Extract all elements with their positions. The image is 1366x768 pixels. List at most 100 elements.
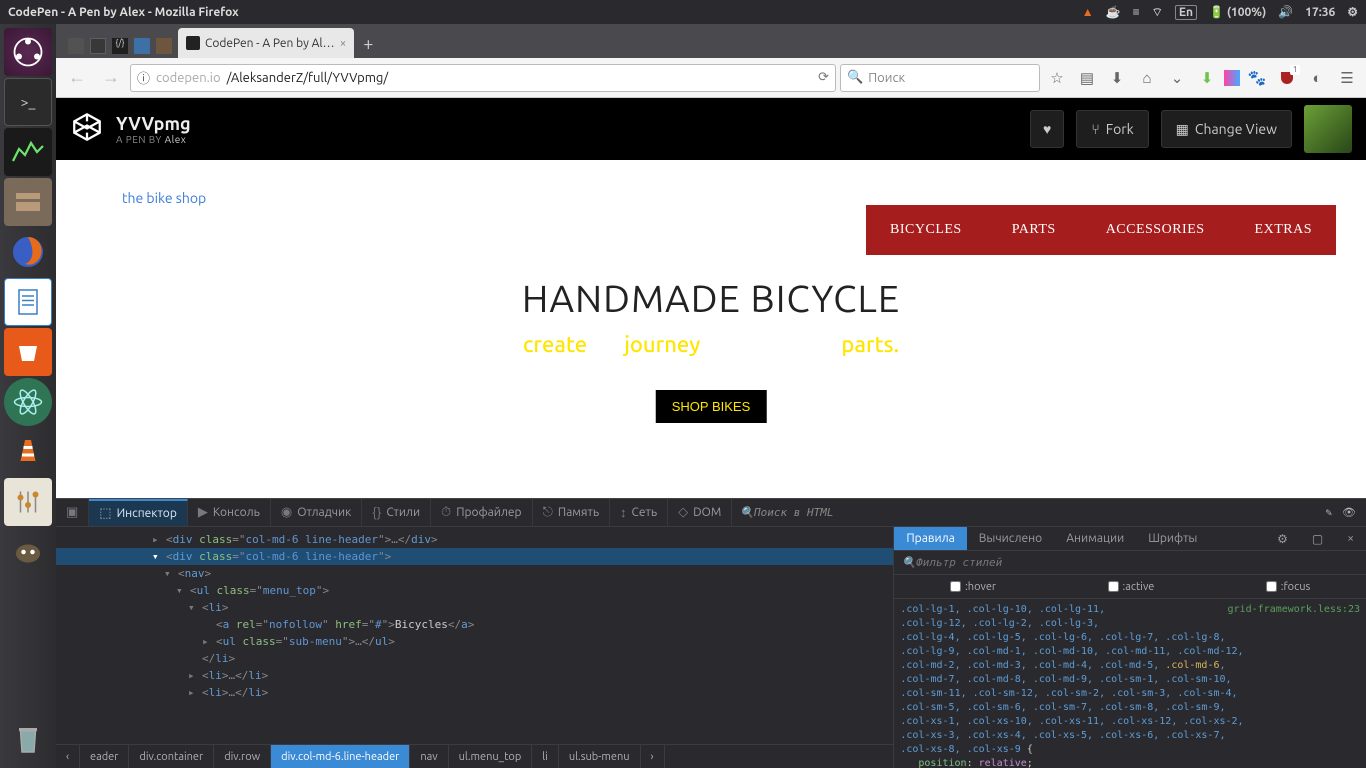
dock-trash-icon[interactable]	[4, 716, 52, 764]
ext2-icon[interactable]	[1224, 70, 1240, 86]
pinned-tab-1[interactable]	[68, 38, 84, 54]
pinned-tab-3[interactable]: {/}	[112, 38, 128, 54]
nav-extras[interactable]: EXTRAS	[1255, 222, 1312, 238]
nav-accessories[interactable]: ACCESSORIES	[1106, 222, 1205, 238]
back-button[interactable]: ←	[62, 63, 92, 93]
rules-dock-icon[interactable]: ▢	[1300, 527, 1335, 550]
crumb-next[interactable]: ›	[641, 745, 665, 768]
volume-tray-icon[interactable]: 🔊	[1278, 5, 1293, 19]
dock-firefox-icon[interactable]	[4, 228, 52, 276]
crumb-container[interactable]: div.container	[129, 745, 214, 768]
pinned-tab-4[interactable]	[134, 38, 150, 54]
wifi-tray-icon[interactable]: ⌔	[1152, 5, 1163, 20]
html-tree[interactable]: ▸<div class="col-md-6 line-header">…</di…	[56, 527, 893, 744]
ext1-icon[interactable]: ⬇	[1194, 65, 1220, 91]
firefox-window: {/} CodePen - A Pen by Al… × + ← → ⓘ cod…	[56, 24, 1366, 768]
devtools-eye-icon[interactable]: 👁	[1342, 506, 1356, 519]
rtab-rules[interactable]: Правила	[894, 527, 966, 550]
menu-icon[interactable]: ☰	[1334, 65, 1360, 91]
pen-author-link[interactable]: Alex	[165, 134, 187, 145]
user-avatar[interactable]	[1304, 105, 1352, 153]
pseudo-active[interactable]: :active	[1108, 581, 1155, 593]
nav-bicycles[interactable]: BICYCLES	[890, 222, 962, 238]
search-bar[interactable]: 🔍 Поиск	[840, 64, 1040, 92]
dock-writer-icon[interactable]	[4, 278, 52, 326]
css-rules-view[interactable]: grid-framework.less:23.col-lg-1, .col-lg…	[894, 599, 1366, 768]
window-title: CodePen - A Pen by Alex - Mozilla Firefo…	[8, 6, 1082, 19]
crumb-li[interactable]: li	[532, 745, 559, 768]
change-view-button[interactable]: ▦Change View	[1161, 110, 1292, 148]
settings-gear-icon[interactable]: ⚙	[1347, 5, 1358, 19]
search-engine-icon[interactable]: 🔍	[847, 70, 863, 85]
site-info-icon[interactable]: ⓘ	[137, 68, 150, 87]
shop-bikes-button[interactable]: SHOP BIKES	[656, 390, 767, 423]
coffee-tray-icon[interactable]: ☕	[1106, 5, 1121, 19]
pseudo-focus[interactable]: :focus	[1266, 581, 1311, 593]
devtools-tab-console[interactable]: ▶Консоль	[188, 499, 271, 526]
crumb-row[interactable]: div.row	[214, 745, 271, 768]
dock-atom-icon[interactable]	[4, 378, 52, 426]
nav-parts[interactable]: PARTS	[1012, 222, 1056, 238]
devtools-tab-styles[interactable]: {}Стили	[362, 499, 431, 526]
menu-tray-icon[interactable]: ≡	[1133, 5, 1140, 19]
url-bar[interactable]: ⓘ codepen.io/AleksanderZ/full/YVVpmg/ ⟳	[130, 64, 836, 92]
devtools-edit-icon[interactable]: ✎	[1325, 506, 1332, 519]
home-icon[interactable]: ⌂	[1134, 65, 1160, 91]
fork-button[interactable]: ⑂Fork	[1076, 110, 1148, 148]
devtools-tab-dom[interactable]: ◇DOM	[668, 499, 732, 526]
rule-source-link[interactable]: grid-framework.less:23	[1228, 603, 1360, 617]
downloads-icon[interactable]: ⬇	[1104, 65, 1130, 91]
rtab-fonts[interactable]: Шрифты	[1136, 527, 1209, 550]
pinned-tab-5[interactable]	[156, 38, 172, 54]
pen-title[interactable]: YVVpmg	[116, 114, 191, 134]
dock-vlc-icon[interactable]	[4, 428, 52, 476]
rules-options-icon[interactable]: ⚙	[1265, 527, 1300, 550]
new-tab-button[interactable]: +	[354, 30, 382, 58]
devtools-tab-memory[interactable]: ⎋Память	[533, 499, 610, 526]
rules-close-icon[interactable]: ×	[1335, 527, 1366, 550]
dock-store-icon[interactable]	[4, 328, 52, 376]
devtools-html-search[interactable]: 🔍 Поиск в HTML	[732, 499, 1315, 526]
dock-gimp-icon[interactable]	[4, 528, 52, 576]
pocket-icon[interactable]: ⌄	[1164, 65, 1190, 91]
ublock-icon[interactable]	[1274, 65, 1300, 91]
rtab-anim[interactable]: Анимации	[1054, 527, 1136, 550]
tagline-word-3: parts.	[841, 332, 899, 357]
breadcrumb-bar: ‹ eader div.container div.row div.col-md…	[56, 744, 893, 768]
devtools-tab-network[interactable]: ↕Сеть	[610, 499, 668, 526]
dock-mixer-icon[interactable]	[4, 478, 52, 526]
bookmark-star-icon[interactable]: ☆	[1044, 65, 1070, 91]
tab-close-icon[interactable]: ×	[340, 37, 347, 50]
dock-terminal-icon[interactable]: >_	[4, 78, 52, 126]
crumb-col[interactable]: div.col-md-6.line-header	[271, 745, 410, 768]
dock-monitor-icon[interactable]	[4, 128, 52, 176]
codepen-logo-icon[interactable]	[70, 110, 104, 148]
active-browser-tab[interactable]: CodePen - A Pen by Al… ×	[178, 28, 354, 58]
crumb-prev[interactable]: ‹	[56, 745, 80, 768]
rules-filter-input[interactable]: 🔍 Фильтр стилей	[894, 551, 1366, 575]
heart-button[interactable]: ♥	[1030, 110, 1064, 148]
dock-ubuntu-icon[interactable]	[4, 28, 52, 76]
shop-brand-link[interactable]: the bike shop	[122, 190, 206, 206]
keyboard-lang[interactable]: En	[1175, 5, 1197, 20]
pinned-tab-2[interactable]	[90, 38, 106, 54]
crumb-nav[interactable]: nav	[410, 745, 448, 768]
clock[interactable]: 17:36	[1305, 6, 1335, 19]
ext5-icon[interactable]: ◐	[1304, 65, 1330, 91]
devtools-iframe-icon[interactable]: ▣	[56, 499, 89, 526]
crumb-ul[interactable]: ul.menu_top	[449, 745, 533, 768]
reload-icon[interactable]: ⟳	[818, 70, 829, 85]
vlc-tray-icon[interactable]: ▲	[1082, 5, 1094, 19]
forward-button[interactable]: →	[96, 63, 126, 93]
pseudo-hover[interactable]: :hover	[950, 581, 996, 593]
rtab-computed[interactable]: Вычислено	[967, 527, 1054, 550]
crumb-header[interactable]: eader	[80, 745, 129, 768]
reader-view-icon[interactable]: ▤	[1074, 65, 1100, 91]
devtools-tab-profiler[interactable]: ⏱Профайлер	[431, 499, 533, 526]
devtools-tab-inspector[interactable]: ⬚Инспектор	[89, 499, 188, 526]
dock-files-icon[interactable]	[4, 178, 52, 226]
devtools-tab-debugger[interactable]: ◉Отладчик	[271, 499, 362, 526]
ext3-icon[interactable]: 🐾	[1244, 65, 1270, 91]
crumb-submenu[interactable]: ul.sub-menu	[559, 745, 641, 768]
battery-icon[interactable]: 🔋 (100%)	[1209, 5, 1266, 19]
